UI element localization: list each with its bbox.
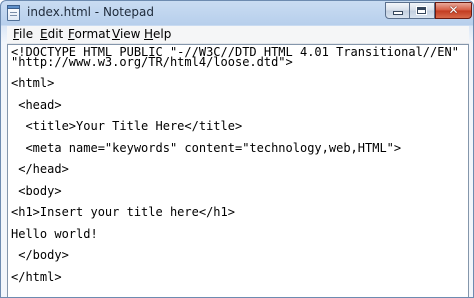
menu-bar: File Edit Format View Help bbox=[7, 26, 469, 44]
menu-view-accel: V bbox=[112, 27, 120, 41]
menu-help[interactable]: Help bbox=[144, 27, 171, 42]
menu-view[interactable]: View bbox=[112, 27, 140, 42]
close-button[interactable]: ✕ bbox=[435, 2, 472, 19]
window-title: index.html - Notepad bbox=[27, 5, 154, 19]
text-line: <head> bbox=[11, 98, 62, 112]
text-line: <title>Your Title Here</title> bbox=[11, 119, 243, 133]
text-line: <meta name="keywords" content="technolog… bbox=[11, 141, 402, 155]
text-line: </body> bbox=[11, 248, 69, 262]
menu-format-label: ormat bbox=[74, 27, 111, 41]
close-icon: ✕ bbox=[448, 3, 459, 17]
notepad-window: index.html - Notepad ✕ File Edit Format … bbox=[0, 0, 474, 298]
minimize-button[interactable] bbox=[385, 2, 410, 19]
menu-format[interactable]: Format bbox=[68, 27, 110, 42]
menu-edit-accel: E bbox=[40, 27, 48, 41]
text-line: <html> bbox=[11, 76, 55, 90]
menu-edit[interactable]: Edit bbox=[40, 27, 63, 42]
minimize-icon bbox=[394, 12, 402, 14]
menu-file-label: ile bbox=[19, 27, 34, 41]
maximize-icon bbox=[417, 7, 426, 14]
text-line: <body> bbox=[11, 184, 62, 198]
text-line: <h1>Insert your title here</h1> bbox=[11, 205, 235, 219]
menu-file[interactable]: File bbox=[13, 27, 33, 42]
menu-edit-label: dit bbox=[47, 27, 64, 41]
text-line: </html> bbox=[11, 270, 62, 284]
text-editor[interactable]: <!DOCTYPE HTML PUBLIC "-//W3C//DTD HTML … bbox=[7, 44, 469, 297]
menu-help-accel: H bbox=[144, 27, 154, 41]
text-line: </head> bbox=[11, 162, 69, 176]
menu-help-label: elp bbox=[153, 27, 172, 41]
text-line: "http://www.w3.org/TR/html4/loose.dtd"> bbox=[11, 55, 293, 69]
menu-view-label: iew bbox=[119, 27, 141, 41]
notepad-icon[interactable] bbox=[7, 5, 20, 21]
maximize-button[interactable] bbox=[410, 2, 435, 19]
text-line: Hello world! bbox=[11, 227, 98, 241]
title-bar[interactable]: index.html - Notepad ✕ bbox=[1, 1, 473, 25]
